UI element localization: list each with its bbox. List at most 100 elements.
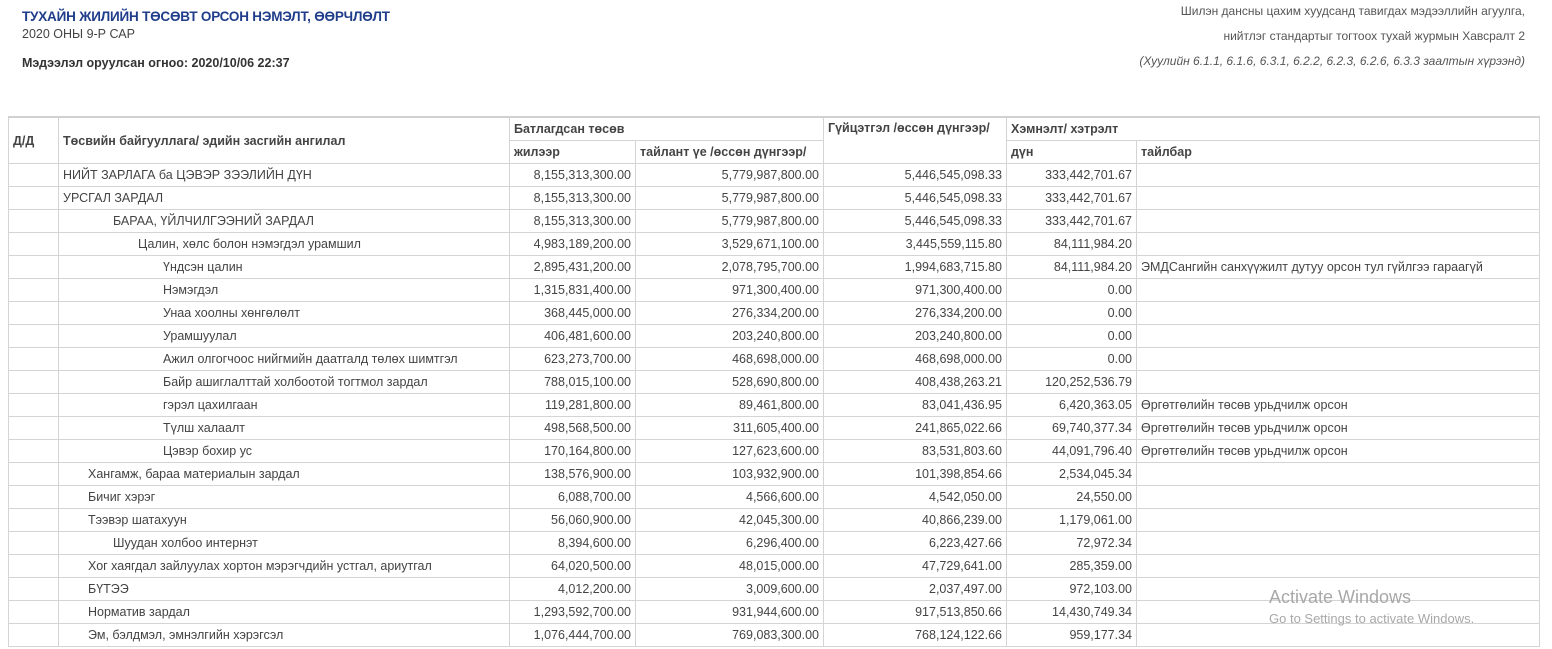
table-row: Цалин, хөлс болон нэмэгдэл урамшил 4,983,…: [8, 232, 1540, 256]
table-row: Бичиг хэрэг 6,088,700.00 4,566,600.00 4,542…: [8, 485, 1540, 509]
row-number-cell: [8, 393, 59, 417]
row-amount-cell: 24,550.00: [1006, 485, 1137, 509]
row-period-cell: 468,698,000.00: [635, 347, 824, 371]
row-yearly-cell: 406,481,600.00: [509, 324, 636, 348]
regulation-line-2: нийтлэг стандартыг тогтоох тухай журмын …: [1223, 29, 1525, 43]
row-category-cell: Урамшуулал: [58, 324, 510, 348]
row-actual-cell: 241,865,022.66: [823, 416, 1007, 440]
row-actual-cell: 6,223,427.66: [823, 531, 1007, 555]
row-period-cell: 48,015,000.00: [635, 554, 824, 578]
row-note-cell: [1136, 462, 1540, 486]
row-actual-cell: 408,438,263.21: [823, 370, 1007, 394]
row-yearly-cell: 4,983,189,200.00: [509, 232, 636, 256]
table-row: Тээвэр шатахуун 56,060,900.00 42,045,300.0…: [8, 508, 1540, 532]
row-period-cell: 6,296,400.00: [635, 531, 824, 555]
row-number-cell: [8, 531, 59, 555]
row-period-cell: 203,240,800.00: [635, 324, 824, 348]
table-row: Ажил олгогчоос нийгмийн даатгалд төлөх ш…: [8, 347, 1540, 371]
row-yearly-cell: 498,568,500.00: [509, 416, 636, 440]
row-amount-cell: 285,359.00: [1006, 554, 1137, 578]
row-number-cell: [8, 554, 59, 578]
row-period-cell: 276,334,200.00: [635, 301, 824, 325]
col-actual-header: Гүйцэтгэл /өссөн дүнгээр/: [823, 116, 1007, 164]
table-row: НИЙТ ЗАРЛАГА ба ЦЭВЭР ЗЭЭЛИЙН ДҮН 8,155,3…: [8, 163, 1540, 187]
entered-date: Мэдээлэл оруулсан огноо: 2020/10/06 22:3…: [22, 56, 290, 70]
table-row: БАРАА, ҮЙЛЧИЛГЭЭНИЙ ЗАРДАЛ 8,155,313,300.…: [8, 209, 1540, 233]
row-note-cell: [1136, 163, 1540, 187]
col-approved-header: Батлагдсан төсөв: [509, 116, 824, 141]
col-change-header: Хэмнэлт/ хэтрэлт: [1006, 116, 1540, 141]
col-period-header: тайлант үе /өссөн дүнгээр/: [635, 140, 824, 164]
row-actual-cell: 83,041,436.95: [823, 393, 1007, 417]
row-amount-cell: 44,091,796.40: [1006, 439, 1137, 463]
row-actual-cell: 5,446,545,098.33: [823, 209, 1007, 233]
row-number-cell: [8, 462, 59, 486]
row-period-cell: 89,461,800.00: [635, 393, 824, 417]
col-note-header: тайлбар: [1136, 140, 1540, 164]
row-note-cell: [1136, 186, 1540, 210]
row-yearly-cell: 6,088,700.00: [509, 485, 636, 509]
row-period-cell: 103,932,900.00: [635, 462, 824, 486]
row-amount-cell: 120,252,536.79: [1006, 370, 1137, 394]
row-actual-cell: 203,240,800.00: [823, 324, 1007, 348]
row-actual-cell: 4,542,050.00: [823, 485, 1007, 509]
row-number-cell: [8, 186, 59, 210]
row-category-cell: Хог хаягдал зайлуулах хортон мэрэгчдийн …: [58, 554, 510, 578]
row-number-cell: [8, 370, 59, 394]
table-row: Байр ашиглалттай холбоотой тогтмол зарда…: [8, 370, 1540, 394]
row-amount-cell: 333,442,701.67: [1006, 209, 1137, 233]
row-number-cell: [8, 209, 59, 233]
row-yearly-cell: 788,015,100.00: [509, 370, 636, 394]
row-number-cell: [8, 508, 59, 532]
row-amount-cell: 959,177.34: [1006, 623, 1137, 647]
row-number-cell: [8, 600, 59, 624]
row-number-cell: [8, 301, 59, 325]
col-yearly-header: жилээр: [509, 140, 636, 164]
row-number-cell: [8, 278, 59, 302]
row-yearly-cell: 4,012,200.00: [509, 577, 636, 601]
activate-windows-watermark: Activate Windows Go to Settings to activ…: [1269, 587, 1474, 626]
table-row: Нэмэгдэл 1,315,831,400.00 971,300,400.00 97…: [8, 278, 1540, 302]
header-row-1: Д/Д Төсвийн байгууллага/ эдийн засгийн а…: [8, 116, 1540, 164]
row-yearly-cell: 8,155,313,300.00: [509, 209, 636, 233]
row-amount-cell: 0.00: [1006, 347, 1137, 371]
row-period-cell: 769,083,300.00: [635, 623, 824, 647]
row-period-cell: 4,566,600.00: [635, 485, 824, 509]
row-period-cell: 311,605,400.00: [635, 416, 824, 440]
row-actual-cell: 971,300,400.00: [823, 278, 1007, 302]
row-period-cell: 42,045,300.00: [635, 508, 824, 532]
row-number-cell: [8, 439, 59, 463]
row-actual-cell: 83,531,803.60: [823, 439, 1007, 463]
row-amount-cell: 1,179,061.00: [1006, 508, 1137, 532]
row-yearly-cell: 1,293,592,700.00: [509, 600, 636, 624]
row-actual-cell: 40,866,239.00: [823, 508, 1007, 532]
row-category-cell: Түлш халаалт: [58, 416, 510, 440]
row-period-cell: 3,009,600.00: [635, 577, 824, 601]
row-category-cell: Байр ашиглалттай холбоотой тогтмол зарда…: [58, 370, 510, 394]
row-number-cell: [8, 623, 59, 647]
row-note-cell: ЭМДСангийн санхүүжилт дутуу орсон тул гү…: [1136, 255, 1540, 279]
col-amount-header: дүн: [1006, 140, 1137, 164]
row-number-cell: [8, 324, 59, 348]
row-amount-cell: 84,111,984.20: [1006, 255, 1137, 279]
row-amount-cell: 72,972.34: [1006, 531, 1137, 555]
row-note-cell: [1136, 278, 1540, 302]
row-amount-cell: 972,103.00: [1006, 577, 1137, 601]
row-actual-cell: 1,994,683,715.80: [823, 255, 1007, 279]
row-period-cell: 3,529,671,100.00: [635, 232, 824, 256]
row-category-cell: Норматив зардал: [58, 600, 510, 624]
row-period-cell: 127,623,600.00: [635, 439, 824, 463]
row-category-cell: Ажил олгогчоос нийгмийн даатгалд төлөх ш…: [58, 347, 510, 371]
row-note-cell: [1136, 531, 1540, 555]
row-category-cell: Эм, бэлдмэл, эмнэлгийн хэрэгсэл: [58, 623, 510, 647]
row-category-cell: БҮТЭЭ: [58, 577, 510, 601]
regulation-line-1: Шилэн дансны цахим хуудсанд тавигдах мэд…: [1180, 4, 1525, 18]
row-period-cell: 5,779,987,800.00: [635, 209, 824, 233]
row-yearly-cell: 138,576,900.00: [509, 462, 636, 486]
regulation-reference: Шилэн дансны цахим хуудсанд тавигдах мэд…: [1139, 5, 1525, 80]
report-title: ТУХАЙН ЖИЛИЙН ТӨСӨВТ ОРСОН НЭМЭЛТ, ӨӨРЧЛ…: [22, 9, 390, 24]
row-note-cell: [1136, 324, 1540, 348]
row-number-cell: [8, 232, 59, 256]
row-amount-cell: 84,111,984.20: [1006, 232, 1137, 256]
row-note-cell: [1136, 623, 1540, 647]
